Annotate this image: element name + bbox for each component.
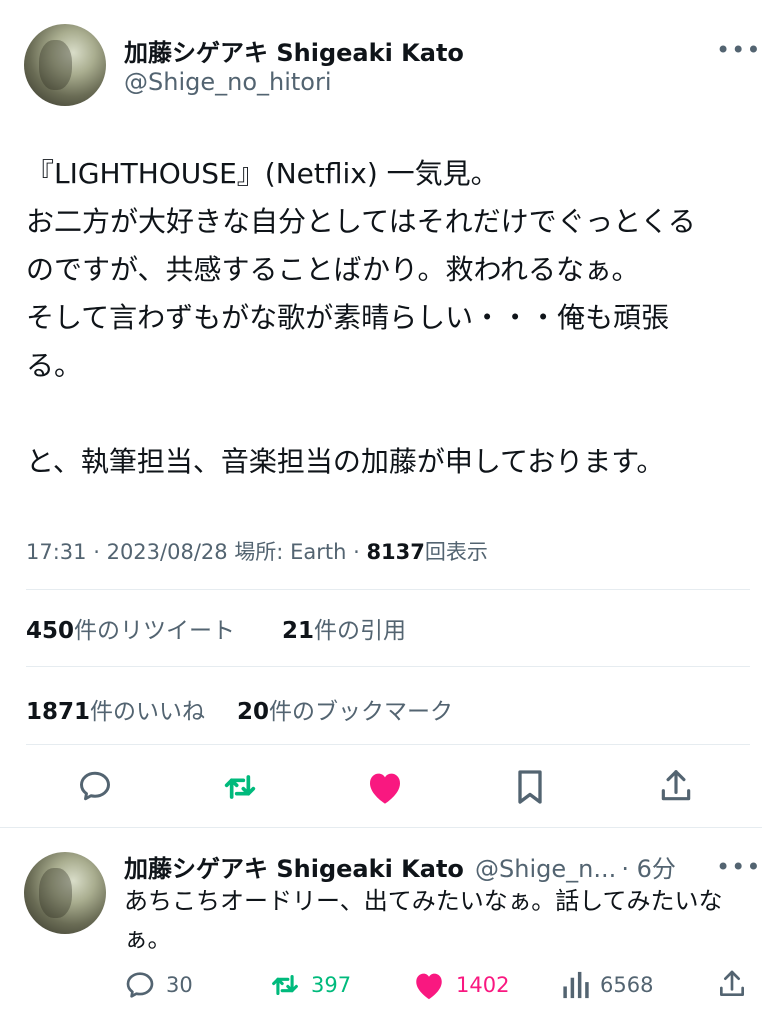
quotes-label: 件の引用	[314, 618, 407, 644]
bookmarks-count: 20	[237, 699, 270, 725]
reply-reply-action[interactable]: 30	[124, 969, 193, 1001]
retweets-label: 件のリツイート	[74, 618, 236, 644]
reply-author-name[interactable]: 加藤シゲアキ Shigeaki Kato	[124, 855, 464, 883]
reply-header: 加藤シゲアキ Shigeaki Kato @Shige_n... · 6分	[124, 849, 676, 884]
like-icon	[412, 969, 446, 1001]
author-handle[interactable]: @Shige_no_hitori	[124, 68, 332, 96]
divider	[26, 744, 750, 745]
divider	[0, 827, 762, 828]
view-count: 6568	[600, 973, 654, 997]
retweet-stats[interactable]: 450件のリツイート	[26, 611, 235, 645]
tweet-location[interactable]: 場所: Earth	[234, 540, 346, 564]
reply-time-ago[interactable]: · 6分	[621, 855, 676, 883]
tweet-text: 『LIGHTHOUSE』(Netflix) 一気見。 お二方が大好きな自分として…	[26, 157, 696, 478]
meta-separator: ·	[93, 540, 107, 564]
like-count: 1402	[456, 973, 510, 997]
retweets-count: 450	[26, 618, 75, 644]
tweet-date[interactable]: 2023/08/28	[107, 540, 228, 564]
reply-share-icon[interactable]	[716, 968, 748, 1000]
reply-text: あちこちオードリー、出てみたいなぁ。話してみたいなぁ。	[124, 887, 723, 953]
reply-views-action[interactable]: 6568	[560, 969, 653, 1001]
author-avatar[interactable]	[24, 24, 106, 106]
likes-label: 件のいいね	[90, 699, 206, 725]
reply-icon	[124, 969, 156, 1001]
reply-retweet-action[interactable]: 397	[267, 968, 351, 1002]
retweet-icon[interactable]	[220, 767, 260, 807]
tweet-meta: 17:31 · 2023/08/28 場所: Earth · 8137回表示	[26, 536, 488, 566]
share-icon[interactable]	[657, 767, 695, 805]
bookmark-stats[interactable]: 20件のブックマーク	[237, 692, 453, 726]
views-count: 8137	[366, 540, 425, 564]
like-stats[interactable]: 1871件のいいね	[26, 692, 205, 726]
reply-author-avatar[interactable]	[24, 852, 106, 934]
bookmark-icon[interactable]	[513, 767, 547, 807]
meta-separator: ·	[353, 540, 367, 564]
retweet-count: 397	[311, 973, 352, 997]
more-options-icon[interactable]: •••	[716, 36, 761, 64]
reply-author-handle[interactable]: @Shige_n...	[475, 855, 616, 883]
bar-chart-icon	[560, 969, 590, 1001]
quote-stats[interactable]: 21件の引用	[282, 611, 406, 645]
divider	[26, 589, 750, 590]
likes-count: 1871	[26, 699, 91, 725]
author-name[interactable]: 加藤シゲアキ Shigeaki Kato	[124, 33, 464, 68]
tweet-time[interactable]: 17:31	[26, 540, 87, 564]
views-label: 回表示	[424, 540, 488, 564]
retweet-icon	[267, 968, 303, 1002]
reply-icon[interactable]	[77, 768, 113, 804]
reply-more-options-icon[interactable]: •••	[716, 853, 761, 881]
reply-like-action[interactable]: 1402	[412, 969, 509, 1001]
like-icon[interactable]	[365, 768, 405, 806]
quotes-count: 21	[282, 618, 315, 644]
reply-count: 30	[166, 973, 193, 997]
divider	[26, 666, 750, 667]
bookmarks-label: 件のブックマーク	[269, 699, 454, 725]
